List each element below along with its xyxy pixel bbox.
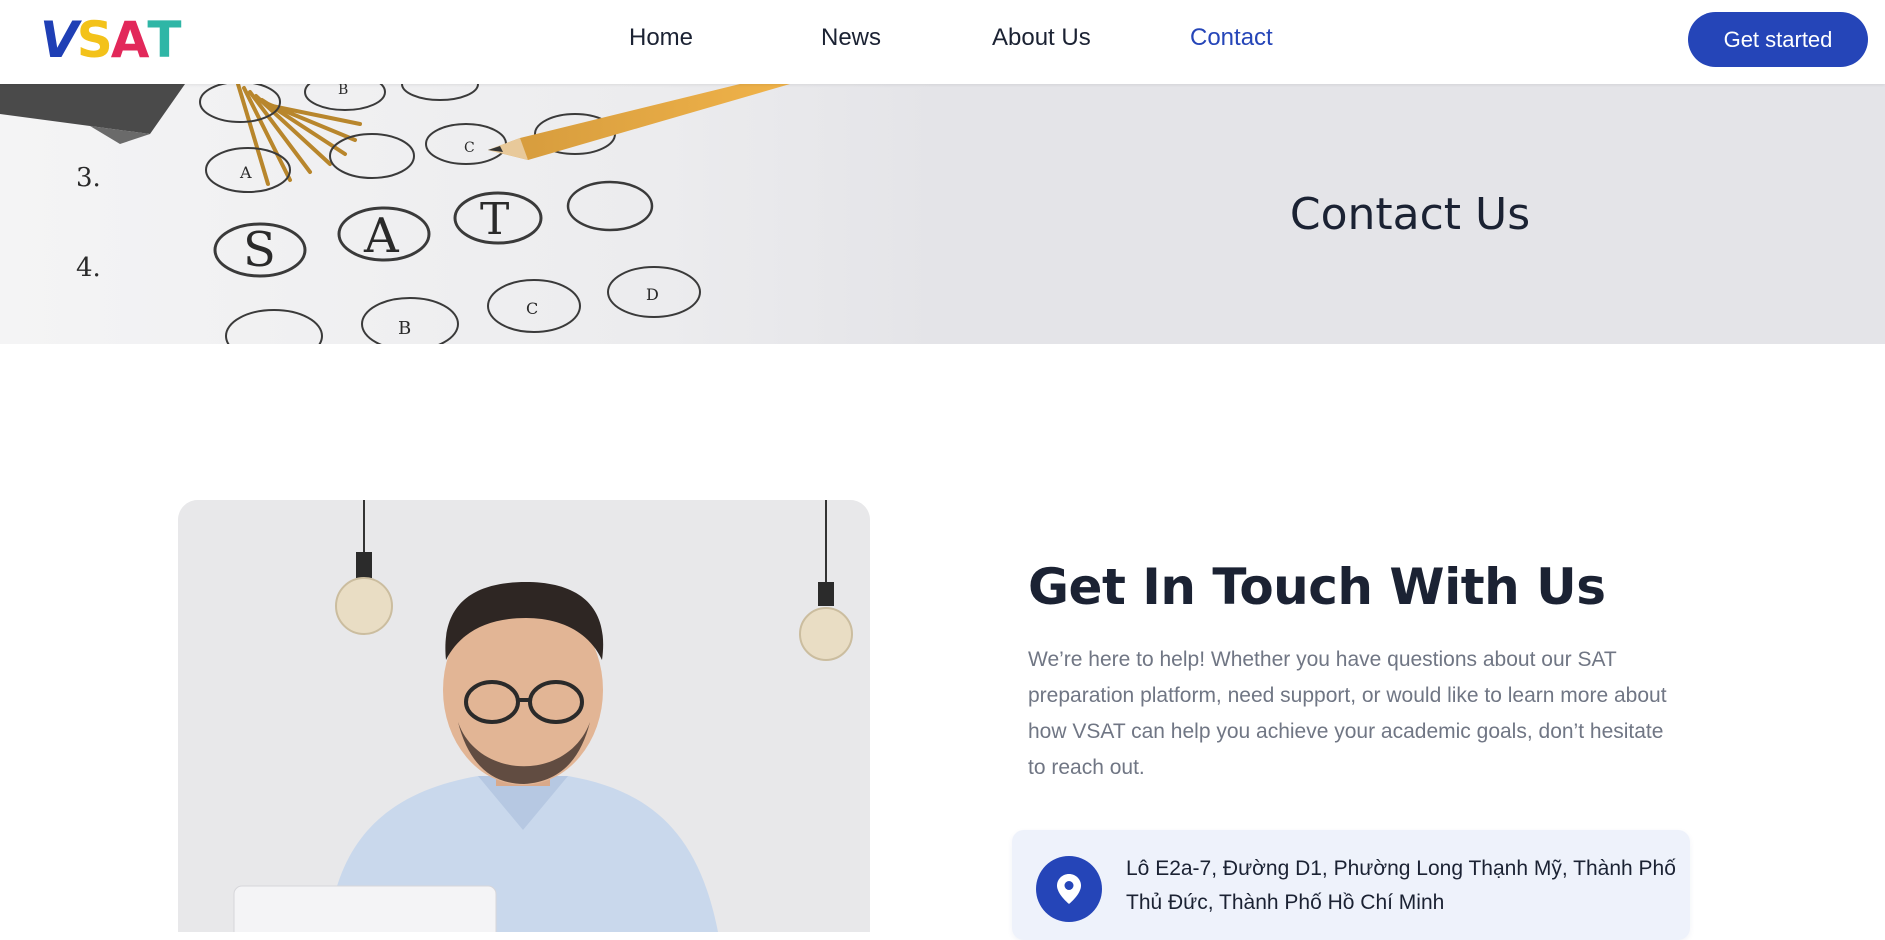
svg-text:B: B (398, 318, 411, 339)
svg-text:A: A (239, 163, 252, 182)
svg-text:C: C (526, 299, 538, 318)
svg-text:S: S (243, 222, 276, 278)
nav-about-us[interactable]: About Us (992, 24, 1091, 52)
banner-title: Contact Us (1289, 188, 1531, 240)
logo-letter-a: A (110, 11, 150, 69)
svg-text:D: D (646, 285, 659, 304)
contact-person-image (178, 500, 870, 932)
page-banner: 3. 4. A C B S A T B C D Contact Us (0, 84, 1885, 344)
vsat-logo[interactable]: V S A T (40, 11, 182, 69)
address-card: Lô E2a-7, Đường D1, Phường Long Thạnh Mỹ… (1012, 830, 1690, 940)
nav-news[interactable]: News (821, 24, 881, 52)
logo-letter-s: S (76, 11, 113, 69)
site-header: V S A T Home News About Us Contact Get s… (0, 0, 1885, 84)
get-started-button[interactable]: Get started (1688, 12, 1868, 67)
nav-home[interactable]: Home (629, 24, 693, 52)
svg-text:A: A (363, 208, 400, 264)
svg-text:C: C (464, 140, 475, 156)
svg-text:T: T (480, 194, 509, 245)
svg-text:B: B (338, 84, 348, 98)
nav-contact[interactable]: Contact (1190, 24, 1273, 52)
contact-content: Get In Touch With Us We’re here to help!… (1028, 558, 1668, 786)
contact-description: We’re here to help! Whether you have que… (1028, 648, 1667, 779)
logo-letter-t: T (147, 11, 181, 69)
sat-answer-sheet-image: 3. 4. A C B S A T B C D (0, 84, 940, 344)
svg-text:4.: 4. (76, 253, 101, 283)
contact-heading: Get In Touch With Us (1028, 558, 1606, 616)
svg-text:3.: 3. (76, 163, 101, 193)
map-pin-icon (1036, 856, 1102, 922)
address-text: Lô E2a-7, Đường D1, Phường Long Thạnh Mỹ… (1126, 857, 1676, 914)
logo-letter-v: V (40, 11, 79, 69)
